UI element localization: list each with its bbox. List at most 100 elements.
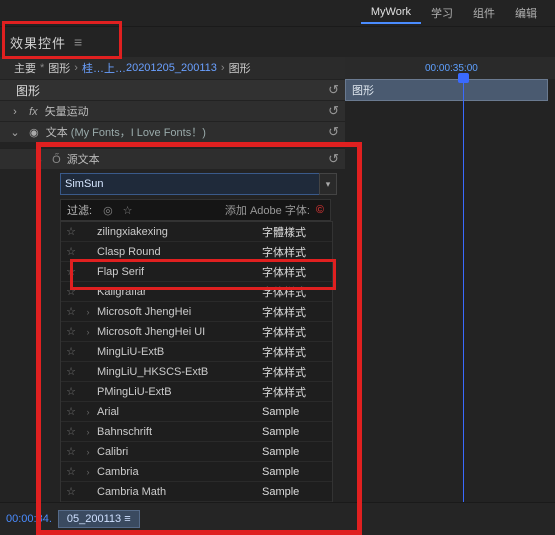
favorite-star-icon[interactable]: ☆ xyxy=(61,285,81,298)
filter-eye-icon[interactable]: ◎ xyxy=(98,204,118,217)
expand-chevron-icon[interactable]: › xyxy=(81,447,95,457)
favorite-star-icon[interactable]: ☆ xyxy=(61,245,81,258)
breadcrumb-clip[interactable]: 20201205_200113 xyxy=(126,62,217,74)
font-sample-label: Sample xyxy=(262,446,332,458)
playhead-time: 00:00:35:00 xyxy=(425,63,478,74)
expand-chevron-icon[interactable]: › xyxy=(81,307,95,317)
expand-chevron-icon[interactable]: › xyxy=(81,327,95,337)
favorite-star-icon[interactable]: ☆ xyxy=(61,305,81,318)
source-text-row[interactable]: ⌄ Ő 源文本 ↺ xyxy=(0,148,345,169)
favorite-star-icon[interactable]: ☆ xyxy=(61,425,81,438)
stopwatch-icon[interactable]: Ő xyxy=(52,154,61,166)
sequence-chip[interactable]: 05_200113 ≡ xyxy=(58,510,140,528)
font-name-label: PMingLiU-ExtB xyxy=(95,386,262,398)
reset-icon[interactable]: ↺ xyxy=(328,82,339,98)
filter-star-icon[interactable]: ☆ xyxy=(118,204,138,217)
expand-chevron-icon[interactable]: › xyxy=(81,407,95,417)
font-sample-label: 字体样式 xyxy=(262,284,332,300)
reset-icon[interactable]: ↺ xyxy=(328,151,339,167)
font-name-label: Arial xyxy=(95,406,262,418)
font-sample-label: 字体样式 xyxy=(262,244,332,260)
visibility-eye-icon[interactable]: ◉ xyxy=(29,127,39,139)
font-item-zilingxiakexing[interactable]: ☆zilingxiakexing字體樣式 xyxy=(61,222,332,242)
font-family-field: ▾ xyxy=(60,173,345,195)
source-text-label: 源文本 xyxy=(67,154,100,166)
font-name-label: Cambria xyxy=(95,466,262,478)
font-sample-label: 字体样式 xyxy=(262,264,332,280)
font-sample-label: 字体样式 xyxy=(262,324,332,340)
timeline-ruler[interactable]: 00:00:35:00 xyxy=(345,57,555,79)
panel-menu-icon[interactable]: ≡ xyxy=(74,34,83,50)
top-tab-mywork[interactable]: MyWork xyxy=(361,2,421,24)
reset-icon[interactable]: ↺ xyxy=(328,103,339,119)
graphic-group-row[interactable]: 图形 ↺ xyxy=(0,79,345,100)
font-sample-label: 字体样式 xyxy=(262,344,332,360)
font-item-Cambria[interactable]: ☆›CambriaSample xyxy=(61,462,332,482)
font-sample-label: 字体样式 xyxy=(262,304,332,320)
breadcrumb-graphic2[interactable]: 图形 xyxy=(229,60,251,76)
font-family-input[interactable] xyxy=(60,173,320,195)
vector-motion-row[interactable]: › fx 矢量运动 ↺ xyxy=(0,100,345,121)
font-item-PMingLiU-ExtB[interactable]: ☆PMingLiU-ExtB字体样式 xyxy=(61,382,332,402)
favorite-star-icon[interactable]: ☆ xyxy=(61,365,81,378)
font-dropdown-list: ☆zilingxiakexing字體樣式☆Clasp Round字体样式☆Fla… xyxy=(60,221,333,535)
graphic-label: 图形 xyxy=(16,82,40,99)
top-tab-edit[interactable]: 编辑 xyxy=(505,1,547,25)
font-item-Flap-Serif[interactable]: ☆ Flap Serif字体样式 xyxy=(61,262,332,282)
clip-breadcrumb: 主要 * 图形 › 桂…上… 20201205_200113 › 图形 ▶ xyxy=(0,57,345,79)
font-item-Bahnschrift[interactable]: ☆›BahnschriftSample xyxy=(61,422,332,442)
vector-motion-label: 矢量运动 xyxy=(45,106,89,118)
font-name-label: Flap Serif xyxy=(95,266,262,278)
chip-menu-icon[interactable]: ≡ xyxy=(124,513,130,525)
font-item-MingLiU-ExtB[interactable]: ☆MingLiU-ExtB字体样式 xyxy=(61,342,332,362)
fx-badge-icon: fx xyxy=(29,106,38,118)
top-tab-learn[interactable]: 学习 xyxy=(421,1,463,25)
font-item-Kaligraflar[interactable]: ☆ Kaligraflar字体样式 xyxy=(61,282,332,302)
playhead-marker[interactable] xyxy=(463,77,464,535)
font-name-label: Clasp Round xyxy=(95,246,262,258)
favorite-star-icon[interactable]: ☆ xyxy=(61,345,81,358)
font-item-Cambria-Math[interactable]: ☆Cambria MathSample xyxy=(61,482,332,502)
font-item-Calibri[interactable]: ☆›CalibriSample xyxy=(61,442,332,462)
favorite-star-icon[interactable]: ☆ xyxy=(61,325,81,338)
text-layer-row[interactable]: ⌄ ◉ 文本 (My Fonts，I Love Fonts！) ↺ xyxy=(0,121,345,142)
font-item-MingLiU_HKSCS-ExtB[interactable]: ☆MingLiU_HKSCS-ExtB字体样式 xyxy=(61,362,332,382)
text-layer-label: 文本 xyxy=(46,127,68,139)
font-item-Clasp-Round[interactable]: ☆ Clasp Round字体样式 xyxy=(61,242,332,262)
font-item-Arial[interactable]: ☆›ArialSample xyxy=(61,402,332,422)
current-timecode[interactable]: 00:00:34. xyxy=(6,513,52,525)
top-tab-assembly[interactable]: 组件 xyxy=(463,1,505,25)
favorite-star-icon[interactable]: ☆ xyxy=(61,445,81,458)
add-adobe-fonts-label[interactable]: 添加 Adobe 字体: xyxy=(225,202,310,218)
twirl-open-icon[interactable]: ⌄ xyxy=(10,126,20,139)
favorite-star-icon[interactable]: ☆ xyxy=(61,485,81,498)
app-top-tabs: MyWork 学习 组件 编辑 xyxy=(0,0,555,27)
filter-label: 过滤: xyxy=(61,202,98,218)
timeline-clip[interactable]: 图形 xyxy=(345,79,548,101)
font-name-label: Calibri xyxy=(95,446,262,458)
breadcrumb-graphic[interactable]: 图形 xyxy=(48,60,70,76)
font-sample-label: Sample xyxy=(262,466,332,478)
reset-icon[interactable]: ↺ xyxy=(328,124,339,140)
font-sample-label: 字体样式 xyxy=(262,364,332,380)
font-sample-label: Sample xyxy=(262,486,332,498)
expand-chevron-icon[interactable]: › xyxy=(81,427,95,437)
favorite-star-icon[interactable]: ☆ xyxy=(61,385,81,398)
expand-chevron-icon[interactable]: › xyxy=(81,467,95,477)
favorite-star-icon[interactable]: ☆ xyxy=(61,465,81,478)
font-name-label: Microsoft JhengHei xyxy=(95,306,262,318)
breadcrumb-truncated[interactable]: 桂…上… xyxy=(82,60,126,76)
twirl-open-icon[interactable]: ⌄ xyxy=(34,153,44,166)
favorite-star-icon[interactable]: ☆ xyxy=(61,265,81,278)
font-dropdown-toggle[interactable]: ▾ xyxy=(319,173,337,195)
font-item-Microsoft-JhengHei-UI[interactable]: ☆›Microsoft JhengHei UI字体样式 xyxy=(61,322,332,342)
favorite-star-icon[interactable]: ☆ xyxy=(61,405,81,418)
font-sample-label: Sample xyxy=(262,406,332,418)
favorite-star-icon[interactable]: ☆ xyxy=(61,225,81,238)
font-name-label: Kaligraflar xyxy=(95,286,262,298)
font-filter-bar: 过滤: ◎ ☆ 添加 Adobe 字体: © xyxy=(60,199,331,221)
creative-cloud-icon[interactable]: © xyxy=(310,204,330,216)
font-item-Microsoft-JhengHei[interactable]: ☆›Microsoft JhengHei字体样式 xyxy=(61,302,332,322)
text-layer-value: (My Fonts，I Love Fonts！) xyxy=(71,127,206,139)
twirl-icon[interactable]: › xyxy=(10,106,20,118)
